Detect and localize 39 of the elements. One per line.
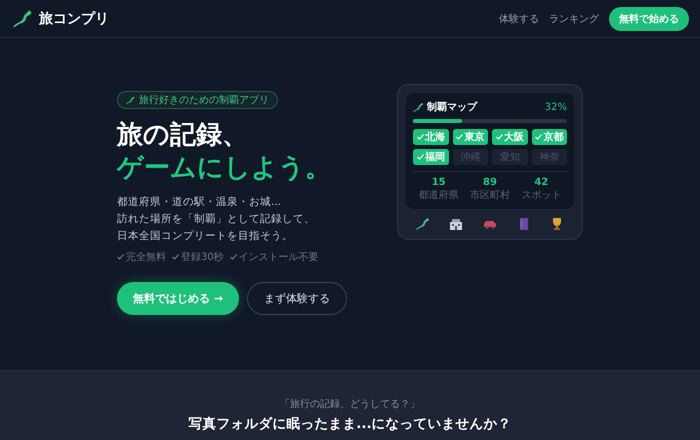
description-text: 訪れた場所を「制覇」として記録して、 bbox=[117, 212, 315, 227]
logo-text: 旅コンプリ bbox=[39, 10, 109, 28]
section-heading: 写真フォルダに眠ったまま...になっていませんか？ bbox=[188, 415, 512, 433]
stat-value: 89 bbox=[483, 177, 497, 188]
nav-link[interactable]: 体験する bbox=[499, 12, 539, 26]
prefecture-chip[interactable]: 北海 bbox=[413, 129, 448, 145]
check-icon bbox=[456, 134, 464, 140]
card-title: 制覇マップ bbox=[427, 100, 477, 114]
quote-text: 「旅行の記録、どうしてる？」 bbox=[280, 398, 420, 411]
prefecture-chip[interactable]: 福岡 bbox=[413, 149, 448, 165]
check-icon bbox=[416, 134, 424, 140]
feature-item: 完全無料 bbox=[126, 250, 166, 264]
stat-value: 15 bbox=[432, 177, 446, 188]
hero-title: ゲームにしよう。 bbox=[117, 152, 331, 184]
check-icon bbox=[172, 254, 179, 260]
prefecture-chip[interactable]: 大阪 bbox=[492, 129, 528, 145]
primary-button[interactable]: 無料ではじめる → bbox=[117, 282, 240, 316]
stat-label: スポット bbox=[521, 189, 562, 202]
nav-link[interactable]: ランキング bbox=[549, 12, 599, 26]
description-text: 都道府県・道の駅・温泉・お城... bbox=[117, 195, 282, 210]
check-icon bbox=[535, 134, 542, 140]
tagline-badge: 旅行好きのための制覇アプリ bbox=[117, 91, 278, 109]
building-icon[interactable] bbox=[449, 217, 464, 231]
feature-item: 登録30秒 bbox=[181, 250, 224, 264]
check-icon bbox=[230, 254, 237, 260]
percent-text: 32% bbox=[544, 102, 567, 112]
hero-title: 旅の記録、 bbox=[117, 119, 249, 152]
feature-item: インストール不要 bbox=[238, 251, 319, 264]
stat-value: 42 bbox=[534, 177, 548, 188]
start-button[interactable]: 無料で始める bbox=[609, 6, 689, 30]
check-icon bbox=[117, 254, 124, 260]
stat-label: 市区町村 bbox=[470, 188, 510, 202]
check-icon bbox=[496, 134, 503, 140]
description-text: 日本全国コンプリートを目指そう。 bbox=[117, 228, 294, 244]
check-icon bbox=[416, 154, 424, 160]
secondary-button[interactable]: まず体験する bbox=[247, 282, 348, 316]
stat-label: 都道府県 bbox=[418, 188, 459, 202]
prefecture-chip[interactable]: 京都 bbox=[532, 129, 567, 145]
prefecture-chip[interactable]: 東京 bbox=[452, 129, 488, 145]
